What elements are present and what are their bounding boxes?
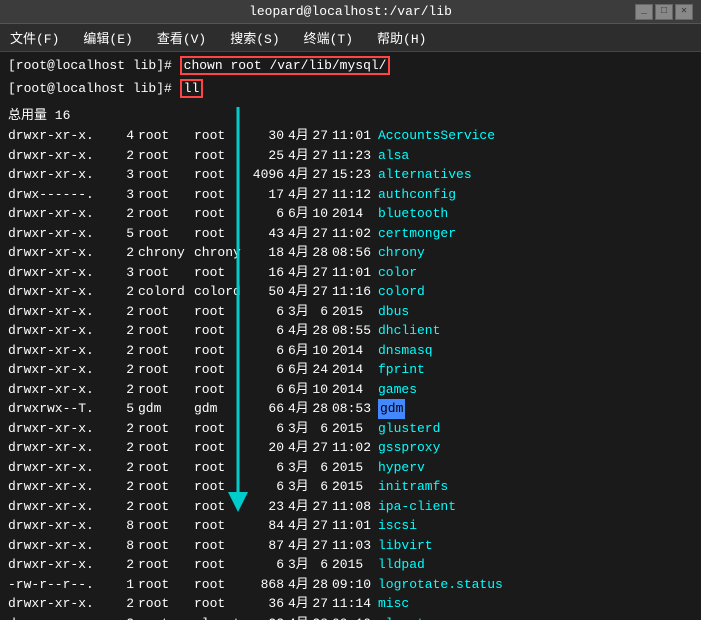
file-list: drwxr-xr-x.4root root 304月2711:01 Accoun…	[8, 126, 693, 620]
list-item: drwxr-xr-x.2root root 66月242014 fprint	[8, 360, 693, 380]
list-item: drwxr-xr-x.8root root 844月2711:01 iscsi	[8, 516, 693, 536]
list-item: drwxr-xr-x.2root root 63月62015 hyperv	[8, 458, 693, 478]
list-item: drwxr-xr-x.2root root 64月2808:55 dhclien…	[8, 321, 693, 341]
list-item: drwxr-x---.2root slocate234月2809:10 mloc…	[8, 614, 693, 620]
list-item: drwxr-xr-x.4root root 304月2711:01 Accoun…	[8, 126, 693, 146]
list-item: drwxr-xr-x.8root root 874月2711:03 libvir…	[8, 536, 693, 556]
menu-edit[interactable]: 编辑(E)	[79, 27, 136, 48]
list-item: drwxr-xr-x.2root root 204月2711:02 gsspro…	[8, 438, 693, 458]
total-line: 总用量 16	[8, 104, 693, 123]
gdm-highlighted-name: gdm	[378, 399, 405, 419]
prompt2: [root@localhost lib]#	[8, 81, 180, 96]
list-item: drwxr-xr-x.2root root 63月62015 glusterd	[8, 419, 693, 439]
list-item: drwxr-xr-x.2root root 364月2711:14 misc	[8, 594, 693, 614]
menu-file[interactable]: 文件(F)	[6, 27, 63, 48]
command2-text: ll	[184, 81, 200, 96]
command2-box: ll	[180, 79, 204, 98]
menu-view[interactable]: 查看(V)	[153, 27, 210, 48]
list-item: drwxr-xr-x.2chronychrony184月2808:56 chro…	[8, 243, 693, 263]
list-item: drwxr-xr-x.2root root 66月102014 games	[8, 380, 693, 400]
menu-terminal[interactable]: 终端(T)	[300, 27, 357, 48]
list-item: drwxr-xr-x.3root root 164月2711:01 color	[8, 263, 693, 283]
minimize-button[interactable]: _	[635, 4, 653, 20]
list-item: drwxr-xr-x.3root root 40964月2715:23 alte…	[8, 165, 693, 185]
terminal-content[interactable]: [root@localhost lib]# chown root /var/li…	[0, 52, 701, 620]
window-title: leopard@localhost:/var/lib	[249, 4, 452, 19]
list-item-gdm: drwxrwx--T.5gdm gdm 664月2808:53 gdm	[8, 399, 693, 419]
list-item: drwxr-xr-x.5root root 434月2711:02 certmo…	[8, 224, 693, 244]
list-item: drwxr-xr-x.2root root 66月102014 bluetoot…	[8, 204, 693, 224]
list-item: drwxr-xr-x.2colordcolord504月2711:16 colo…	[8, 282, 693, 302]
close-button[interactable]: ✕	[675, 4, 693, 20]
menu-search[interactable]: 搜索(S)	[226, 27, 283, 48]
list-item: drwxr-xr-x.2root root 63月62015 lldpad	[8, 555, 693, 575]
prompt1: [root@localhost lib]#	[8, 58, 180, 73]
menubar: 文件(F) 编辑(E) 查看(V) 搜索(S) 终端(T) 帮助(H)	[0, 24, 701, 52]
command1-box: chown root /var/lib/mysql/	[180, 56, 391, 75]
list-item: drwxr-xr-x.2root root 66月102014 dnsmasq	[8, 341, 693, 361]
list-item: drwxr-xr-x.2root root 63月62015 initramfs	[8, 477, 693, 497]
list-item: drwxr-xr-x.2root root 234月2711:08 ipa-cl…	[8, 497, 693, 517]
list-item: drwxr-xr-x.2root root 63月62015 dbus	[8, 302, 693, 322]
list-item: drwxr-xr-x.2root root 254月2711:23 alsa	[8, 146, 693, 166]
menu-help[interactable]: 帮助(H)	[373, 27, 430, 48]
list-item: -rw-r--r--.1root root 8684月2809:10 logro…	[8, 575, 693, 595]
maximize-button[interactable]: □	[655, 4, 673, 20]
command1-text: chown root /var/lib/mysql/	[184, 58, 387, 73]
list-item: drwx------.3root root 174月2711:12 authco…	[8, 185, 693, 205]
terminal-window: leopard@localhost:/var/lib _ □ ✕ 文件(F) 编…	[0, 0, 701, 620]
titlebar: leopard@localhost:/var/lib _ □ ✕	[0, 0, 701, 24]
window-controls: _ □ ✕	[635, 4, 693, 20]
